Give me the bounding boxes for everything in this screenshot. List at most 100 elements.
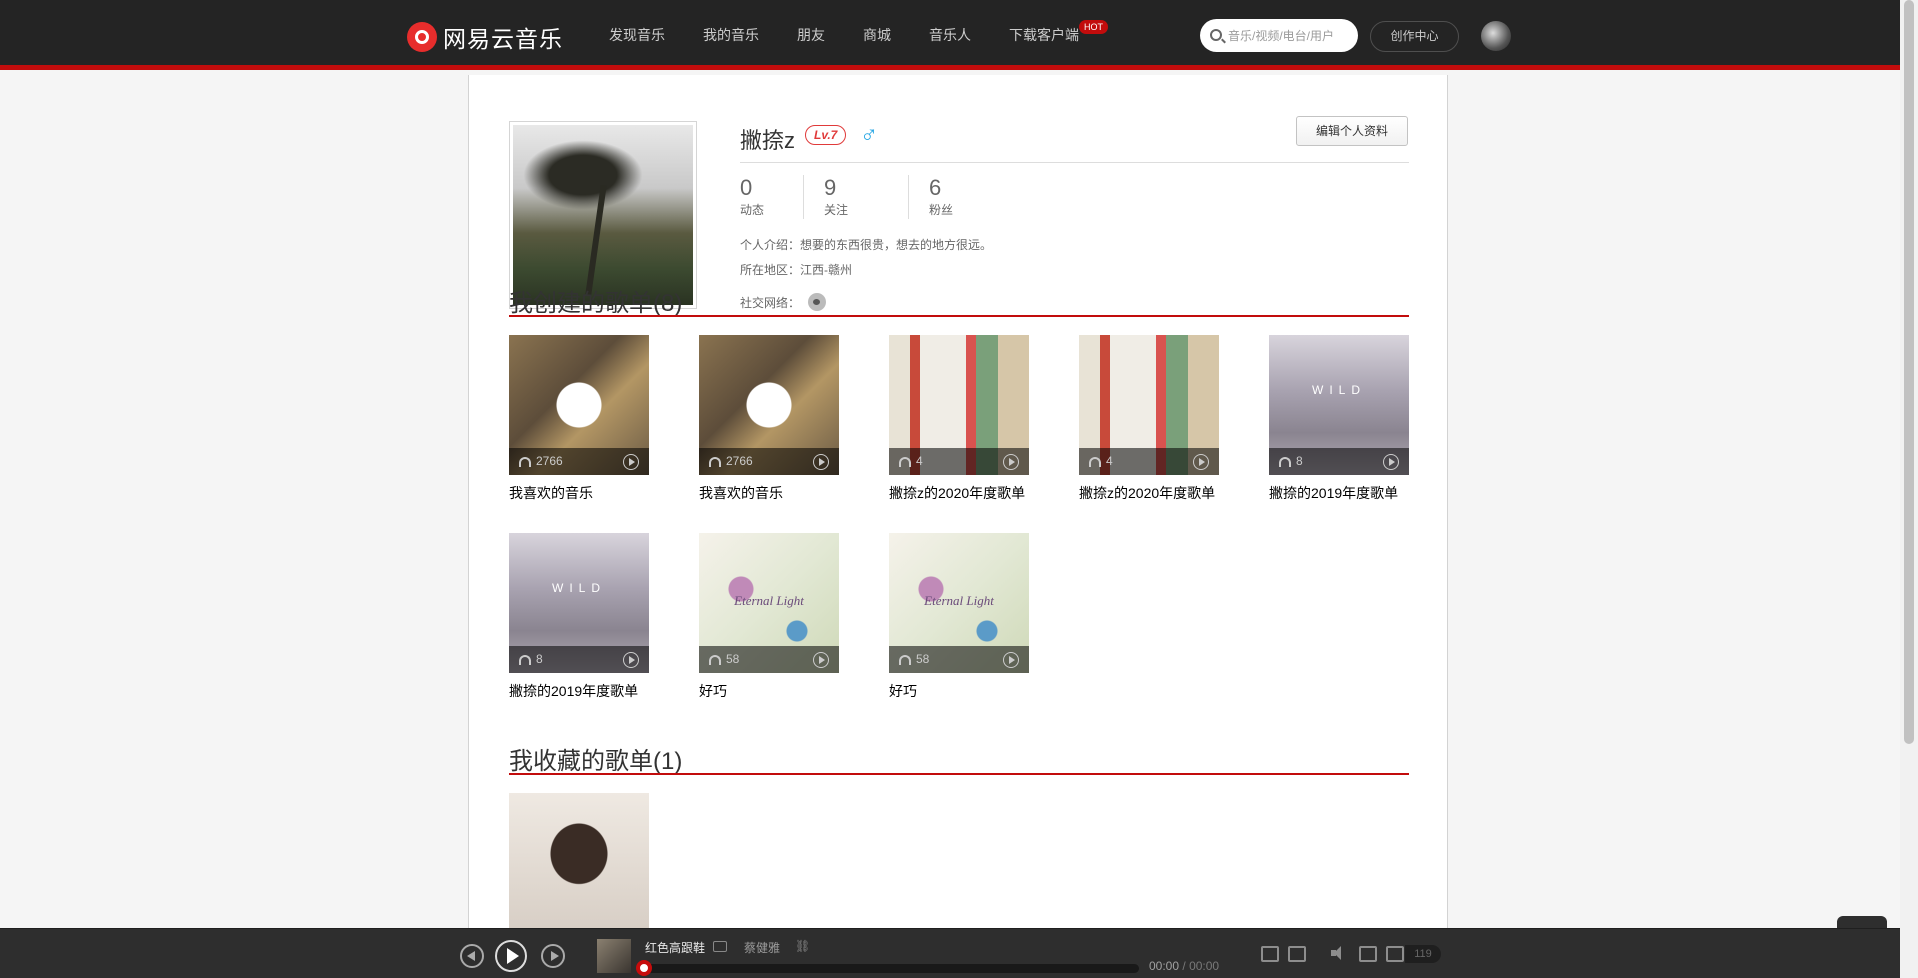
playlist-name[interactable]: 好巧 <box>699 681 839 701</box>
stat-following[interactable]: 9 关注 <box>824 175 909 219</box>
headphone-icon <box>1279 456 1291 467</box>
weibo-icon[interactable] <box>808 293 827 311</box>
now-playing-cover[interactable] <box>597 939 631 973</box>
profile-photo <box>509 121 697 309</box>
playlist-cover[interactable]: 2766 <box>509 335 649 475</box>
previous-track-button[interactable] <box>460 944 484 968</box>
logo-text: 网易云音乐 <box>443 26 563 52</box>
stat-following-value: 9 <box>824 175 837 200</box>
play-count: 8 <box>1296 454 1303 468</box>
stat-events-value: 0 <box>740 175 753 200</box>
region-label: 所在地区： <box>740 263 801 277</box>
time-display: 00:00 / 00:00 <box>1149 959 1219 973</box>
nav-download-client[interactable]: 下载客户端 HOT <box>990 0 1108 70</box>
playlist-card[interactable]: 4 撇捺z的2020年度歌单 <box>889 335 1029 503</box>
play-button[interactable] <box>495 940 527 972</box>
bio-label: 个人介绍： <box>740 238 801 252</box>
headphone-icon <box>899 654 911 665</box>
playlist-cover[interactable]: Eternal Light 58 <box>889 533 1029 673</box>
playlist-count[interactable]: 119 <box>1405 945 1441 963</box>
headphone-icon <box>519 456 531 467</box>
search-icon <box>1210 29 1222 41</box>
headphone-icon <box>709 456 721 467</box>
link-icon[interactable]: ⛓ <box>795 939 810 953</box>
playlist-cover[interactable] <box>509 793 649 928</box>
profile-content: 撇捺z Lv.7 ♂ 编辑个人资料 0 动态 9 关注 6 粉丝 个人介绍：想要… <box>468 75 1448 928</box>
playlist-name[interactable]: 好巧 <box>889 681 1029 701</box>
cover-stats-bar: 58 <box>889 646 1029 673</box>
cover-title-text: Eternal Light <box>924 593 994 608</box>
volume-icon[interactable] <box>1331 946 1345 960</box>
nav-friends[interactable]: 朋友 <box>778 0 844 70</box>
cover-stats-bar: 58 <box>699 646 839 673</box>
play-circle-icon[interactable] <box>1003 652 1019 668</box>
song-title[interactable]: 红色高跟鞋 <box>645 939 705 956</box>
playlist-cover[interactable]: WILD 8 <box>509 533 649 673</box>
page-scrollbar[interactable] <box>1900 0 1918 978</box>
playlist-card[interactable]: WILD 8 撇捺的2019年度歌单 <box>509 533 649 701</box>
mv-icon[interactable] <box>713 941 727 952</box>
search-box <box>1200 19 1358 52</box>
divider <box>740 162 1409 163</box>
progress-knob[interactable] <box>636 960 652 976</box>
playlist-icon[interactable] <box>1386 946 1404 962</box>
play-circle-icon[interactable] <box>1003 454 1019 470</box>
play-count: 4 <box>916 454 923 468</box>
logo[interactable]: 网易云音乐 <box>407 20 563 54</box>
play-circle-icon[interactable] <box>813 652 829 668</box>
playlist-name[interactable]: 我喜欢的音乐 <box>699 483 839 503</box>
progress-bar[interactable] <box>643 964 1139 973</box>
creator-center-button[interactable]: 创作中心 <box>1370 21 1459 52</box>
stat-events[interactable]: 0 动态 <box>740 175 804 219</box>
created-playlists-title: 我创建的歌单(8) <box>509 290 683 317</box>
playlist-card[interactable]: WILD 8 撇捺的2019年度歌单 <box>1269 335 1409 503</box>
cover-stats-bar: 2766 <box>509 448 649 475</box>
playlist-cover[interactable]: 4 <box>889 335 1029 475</box>
playlist-cover[interactable]: 4 <box>1079 335 1219 475</box>
nav-store[interactable]: 商城 <box>844 0 910 70</box>
playlist-card[interactable]: 2766 我喜欢的音乐 <box>699 335 839 503</box>
playlist-card[interactable]: 4 撇捺z的2020年度歌单 <box>1079 335 1219 503</box>
nav-musician[interactable]: 音乐人 <box>910 0 990 70</box>
playlist-card[interactable]: Eternal Light 58 好巧 <box>699 533 839 701</box>
playlist-cover[interactable]: Eternal Light 58 <box>699 533 839 673</box>
add-to-playlist-icon[interactable] <box>1261 946 1279 962</box>
search-input[interactable] <box>1228 28 1353 43</box>
play-circle-icon[interactable] <box>623 652 639 668</box>
headphone-icon <box>709 654 721 665</box>
time-separator: / <box>1182 959 1186 973</box>
cover-title-text: WILD <box>552 581 606 595</box>
scrollbar-thumb[interactable] <box>1904 0 1914 744</box>
playlist-cover[interactable]: WILD 8 <box>1269 335 1409 475</box>
playlist-name[interactable]: 撇捺的2019年度歌单 <box>1269 483 1409 503</box>
share-icon[interactable] <box>1288 946 1306 962</box>
bio-text: 想要的东西很贵，想去的地方很远。 <box>800 238 993 252</box>
play-circle-icon[interactable] <box>1193 454 1209 470</box>
song-artist[interactable]: 蔡健雅 <box>744 939 780 956</box>
collected-playlist-card[interactable] <box>509 793 649 928</box>
player-bar: 红色高跟鞋 蔡健雅 ⛓ 00:00 / 00:00 119 <box>0 928 1900 978</box>
stat-followers-value: 6 <box>929 175 942 200</box>
playlist-card[interactable]: Eternal Light 58 好巧 <box>889 533 1029 701</box>
nav-discover[interactable]: 发现音乐 <box>590 0 684 70</box>
play-circle-icon[interactable] <box>623 454 639 470</box>
nav-my-music[interactable]: 我的音乐 <box>684 0 778 70</box>
cover-title-text: Eternal Light <box>734 593 804 608</box>
play-circle-icon[interactable] <box>813 454 829 470</box>
playlist-card[interactable]: 2766 我喜欢的音乐 <box>509 335 649 503</box>
play-circle-icon[interactable] <box>1383 454 1399 470</box>
edit-profile-button[interactable]: 编辑个人资料 <box>1296 116 1408 146</box>
playlist-name[interactable]: 撇捺z的2020年度歌单 <box>889 483 1029 503</box>
level-badge[interactable]: Lv.7 <box>805 125 847 145</box>
cover-stats-bar: 2766 <box>699 448 839 475</box>
main-nav: 发现音乐 我的音乐 朋友 商城 音乐人 下载客户端 HOT <box>590 0 1108 70</box>
next-track-button[interactable] <box>541 944 565 968</box>
playlist-name[interactable]: 我喜欢的音乐 <box>509 483 649 503</box>
playlist-name[interactable]: 撇捺z的2020年度歌单 <box>1079 483 1219 503</box>
playlist-name[interactable]: 撇捺的2019年度歌单 <box>509 681 649 701</box>
stat-followers[interactable]: 6 粉丝 <box>929 175 973 219</box>
region-text: 江西-赣州 <box>800 263 853 277</box>
playlist-cover[interactable]: 2766 <box>699 335 839 475</box>
loop-mode-icon[interactable] <box>1359 946 1377 962</box>
user-avatar[interactable] <box>1481 21 1511 51</box>
